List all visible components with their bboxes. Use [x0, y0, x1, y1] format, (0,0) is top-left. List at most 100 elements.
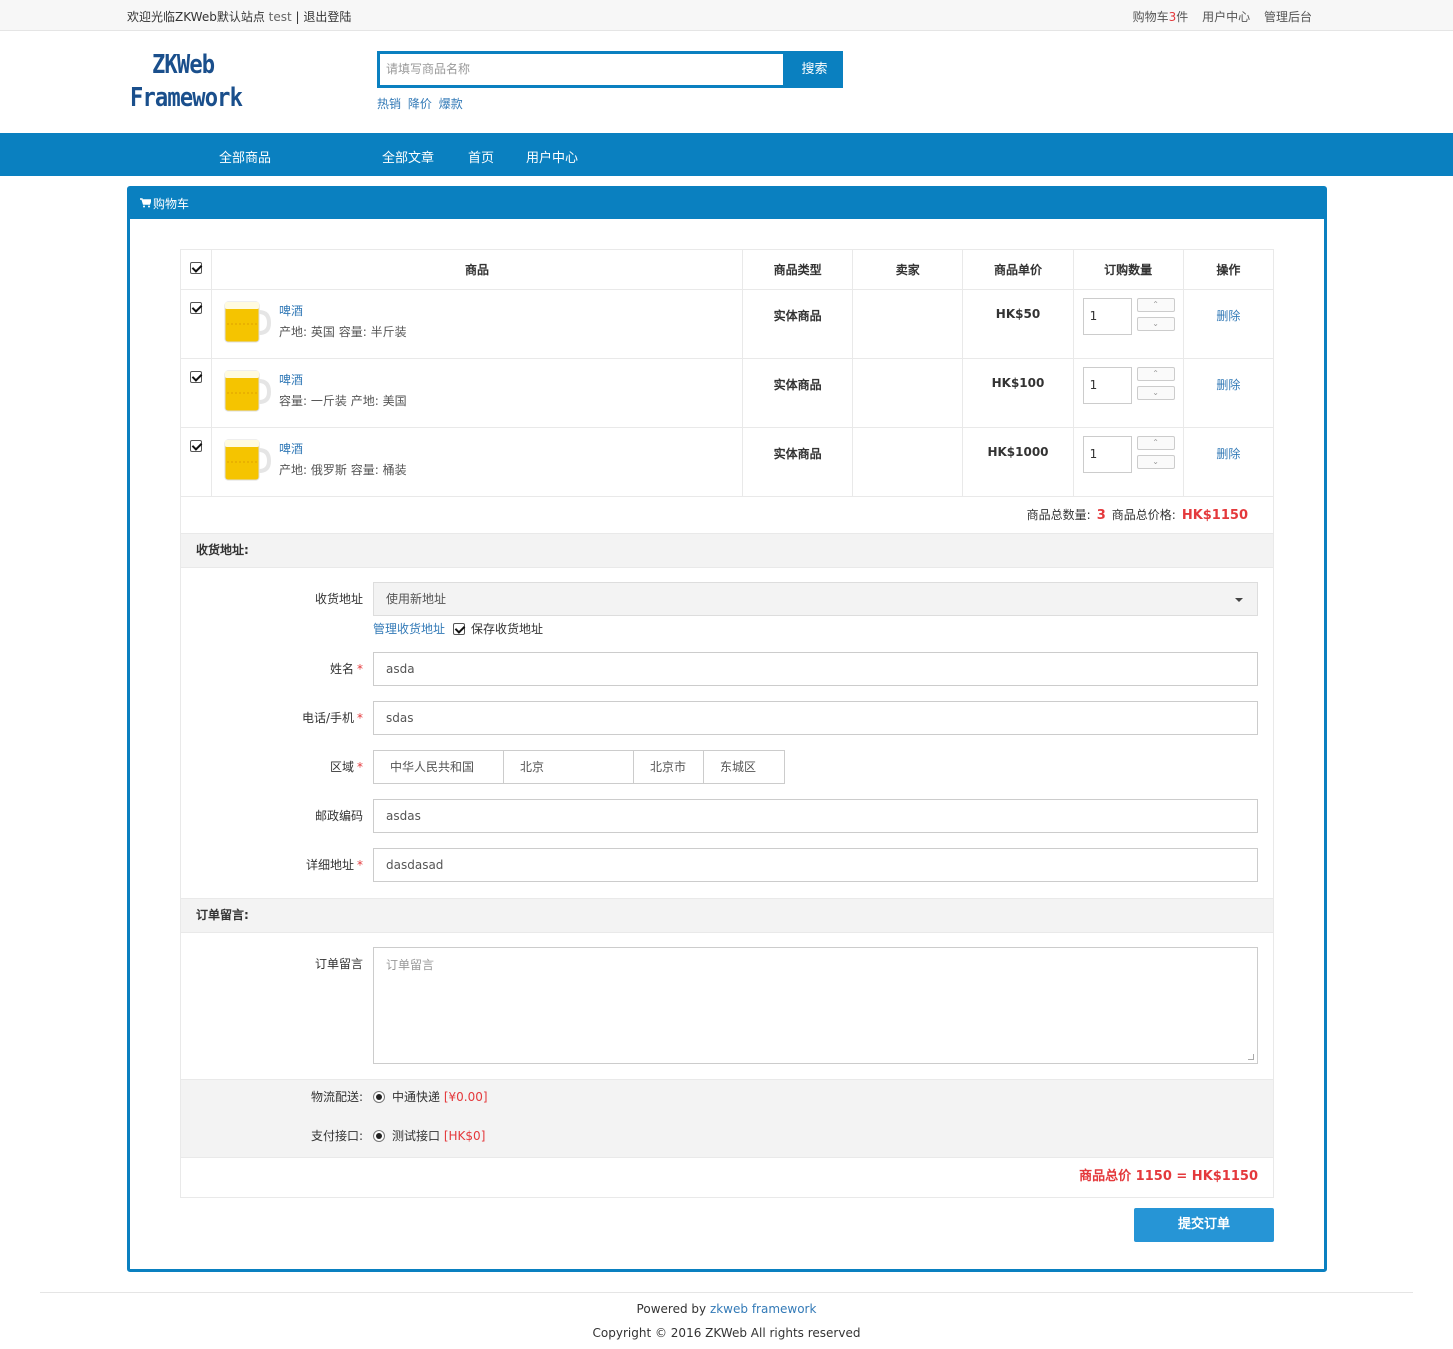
logo-line1: ZKWeb [151, 50, 215, 80]
logistics-radio[interactable] [373, 1091, 385, 1103]
search-button[interactable]: 搜索 [786, 51, 843, 88]
nav-item-user-center[interactable]: 用户中心 [526, 147, 578, 166]
beer-product-image[interactable] [223, 436, 272, 482]
delete-link[interactable]: 删除 [1182, 427, 1275, 497]
quantity-decrease-button[interactable]: ⌄ [1136, 386, 1175, 400]
total-price-label: 商品总价格: [1111, 508, 1176, 522]
logistics-price: [¥0.00] [443, 1090, 488, 1104]
zip-field[interactable]: asdas [373, 799, 1258, 833]
region-district-select[interactable]: 东城区 [703, 750, 785, 784]
product-name-link[interactable]: 啤酒 [279, 440, 303, 457]
chevron-down-icon: ⌄ [1152, 319, 1159, 328]
col-action: 操作 [1182, 249, 1275, 290]
product-type: 实体商品 [742, 289, 854, 359]
product-name-link[interactable]: 啤酒 [279, 302, 303, 319]
nav-item-home[interactable]: 首页 [468, 147, 494, 166]
panel-title: 购物车 [153, 197, 190, 211]
powered-by-text: Powered by [636, 1302, 707, 1316]
cart-link-label: 购物车 [1132, 10, 1169, 24]
payment-option[interactable]: 测试接口 [HK$0] [373, 1127, 485, 1144]
submit-order-button[interactable]: 提交订单 [1134, 1208, 1274, 1242]
region-country-select[interactable]: 中华人民共和国 [373, 750, 504, 784]
cart-link[interactable]: 购物车3件 [1133, 10, 1189, 24]
quantity-input[interactable]: 1 [1082, 436, 1132, 473]
phone-label-text: 电话/手机 [301, 711, 354, 725]
col-price: 商品单价 [962, 249, 1074, 290]
name-field[interactable]: asda [373, 652, 1258, 686]
username: test [268, 10, 292, 24]
manage-address-link[interactable]: 管理收货地址 [373, 622, 445, 636]
logistics-option[interactable]: 中通快递 [¥0.00] [373, 1088, 488, 1105]
resize-grip-icon[interactable] [1248, 1054, 1254, 1060]
search-input[interactable]: 请填写商品名称 [377, 51, 786, 88]
quantity-decrease-button[interactable]: ⌄ [1136, 317, 1175, 331]
hotword-link[interactable]: 热销 [377, 97, 401, 111]
framework-link[interactable]: zkweb framework [710, 1302, 817, 1316]
phone-field[interactable]: sdas [373, 701, 1258, 735]
admin-link[interactable]: 管理后台 [1264, 10, 1312, 24]
product-props: 产地: 英国 容量: 半斤装 [279, 325, 407, 339]
address-select[interactable]: 使用新地址 [373, 582, 1258, 616]
select-all-checkbox[interactable] [190, 262, 203, 274]
quantity-increase-button[interactable]: ⌃ [1136, 436, 1175, 450]
region-city-select[interactable]: 北京市 [633, 750, 704, 784]
product-props: 容量: 一斤装 产地: 美国 [279, 394, 407, 408]
quantity-increase-button[interactable]: ⌃ [1136, 298, 1175, 312]
product-name-link[interactable]: 啤酒 [279, 371, 303, 388]
cart-content: 商品 商品类型 卖家 商品单价 订购数量 操作 啤酒 产地: 英国 容量: 半斤… [179, 249, 1275, 1248]
quantity-increase-button[interactable]: ⌃ [1136, 367, 1175, 381]
goods-cell: 啤酒 产地: 俄罗斯 容量: 桶装 [211, 427, 744, 497]
user-center-link[interactable]: 用户中心 [1202, 10, 1250, 24]
address-select-label: 收货地址 [314, 592, 363, 606]
header: ZKWeb Framework 请填写商品名称 搜索 热销 降价 爆款 [0, 31, 1453, 133]
save-address-checkbox[interactable] [453, 623, 466, 635]
col-quantity: 订购数量 [1072, 249, 1184, 290]
logout-link[interactable]: 退出登陆 [303, 10, 351, 24]
separator: | [295, 10, 300, 24]
row-checkbox[interactable] [190, 371, 203, 383]
nav-item-all-products[interactable]: 全部商品 [219, 147, 271, 166]
chevron-up-icon: ⌃ [1152, 300, 1159, 309]
row-checkbox[interactable] [190, 302, 203, 314]
zip-label: 邮政编码 [314, 809, 363, 823]
delete-link[interactable]: 删除 [1182, 289, 1275, 359]
logo-line2: Framework [130, 83, 243, 113]
payment-price: [HK$0] [443, 1129, 486, 1143]
name-label-text: 姓名 [329, 662, 354, 676]
chevron-down-icon: ⌄ [1152, 457, 1159, 466]
product-seller [852, 358, 964, 428]
quantity-input[interactable]: 1 [1082, 367, 1132, 404]
detail-address-field[interactable]: dasdasad [373, 848, 1258, 882]
row-checkbox[interactable] [190, 440, 203, 452]
top-links: 购物车3件 用户中心 管理后台 [1133, 8, 1312, 25]
quantity-decrease-button[interactable]: ⌄ [1136, 455, 1175, 469]
unit-price: HK$1000 [962, 427, 1074, 497]
region-province-select[interactable]: 北京 [503, 750, 634, 784]
site-logo[interactable]: ZKWeb Framework [130, 49, 243, 115]
beer-product-image[interactable] [223, 367, 272, 413]
quantity-input[interactable]: 1 [1082, 298, 1132, 335]
chevron-up-icon: ⌃ [1152, 369, 1159, 378]
unit-price: HK$50 [962, 289, 1074, 359]
quantity-cell: 1 ⌃ ⌄ [1072, 427, 1184, 497]
comment-textarea[interactable]: 订单留言 [373, 947, 1258, 1064]
logistics-name: 中通快递 [392, 1090, 441, 1104]
hotword-link[interactable]: 爆款 [439, 97, 463, 111]
address-links: 管理收货地址 保存收货地址 [373, 620, 543, 637]
total-count: 3 [1096, 508, 1106, 523]
hotword-link[interactable]: 降价 [408, 97, 432, 111]
submit-area: 提交订单 [180, 1198, 1274, 1248]
payment-radio[interactable] [373, 1130, 385, 1142]
required-mark: * [357, 858, 363, 872]
nav-item-all-articles[interactable]: 全部文章 [382, 147, 434, 166]
table-row: 啤酒 产地: 俄罗斯 容量: 桶装 实体商品 HK$1000 1 ⌃ ⌄ 删除 [179, 427, 1275, 497]
select-all-cell [179, 249, 213, 290]
beer-product-image[interactable] [223, 298, 272, 344]
delete-link[interactable]: 删除 [1182, 358, 1275, 428]
quantity-cell: 1 ⌃ ⌄ [1072, 358, 1184, 428]
goods-cell: 啤酒 产地: 英国 容量: 半斤装 [211, 289, 744, 359]
table-row: 啤酒 容量: 一斤装 产地: 美国 实体商品 HK$100 1 ⌃ ⌄ 删除 [179, 358, 1275, 428]
shopping-cart-icon [140, 189, 153, 208]
region-label-text: 区域 [329, 760, 354, 774]
cart-summary: 商品总数量: 3 商品总价格: HK$1150 [180, 497, 1274, 534]
